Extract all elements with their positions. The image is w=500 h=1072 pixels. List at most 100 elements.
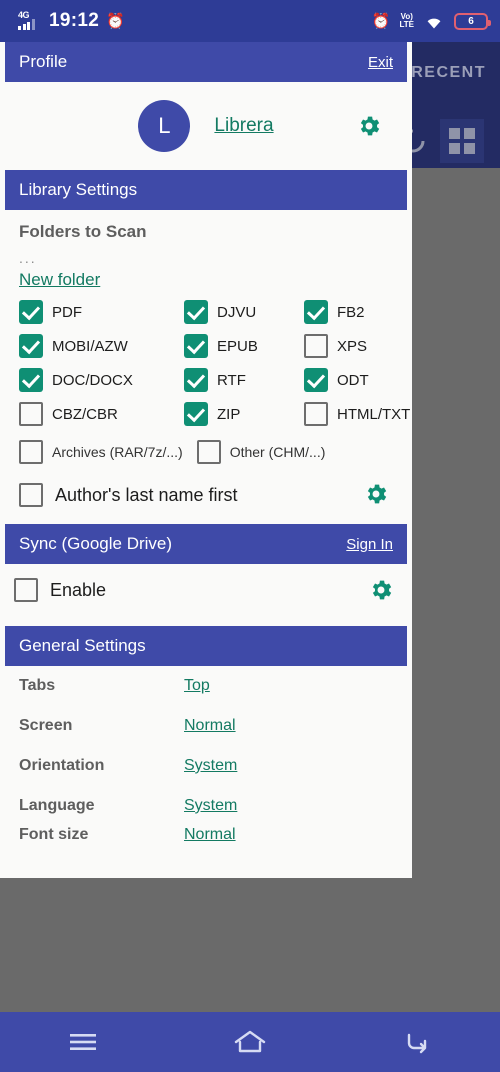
wifi-icon — [427, 18, 441, 28]
format-label: HTML/TXT — [337, 405, 411, 423]
general-row-font-size[interactable]: Font size Normal — [5, 826, 407, 844]
general-row-language[interactable]: Language System — [5, 786, 407, 826]
general-value[interactable]: Top — [184, 677, 210, 695]
checkbox-icon[interactable] — [19, 402, 43, 426]
background-tab-recent[interactable]: RECENT — [411, 64, 486, 82]
exit-link[interactable]: Exit — [368, 54, 393, 71]
checkbox-icon[interactable] — [184, 368, 208, 392]
checkbox-icon[interactable] — [19, 300, 43, 324]
gear-icon[interactable] — [363, 481, 389, 507]
sync-enable-label: Enable — [50, 579, 107, 600]
profile-section-header: Profile Exit — [5, 42, 407, 82]
folders-to-scan-label: Folders to Scan — [19, 222, 147, 241]
format-checkbox-djvu[interactable]: DJVU — [184, 300, 304, 324]
checkbox-icon[interactable] — [304, 368, 328, 392]
general-key: Tabs — [19, 677, 56, 694]
format-label: Other (CHM/...) — [229, 444, 326, 460]
checkbox-icon[interactable] — [304, 300, 328, 324]
format-checkbox-doc-docx[interactable]: DOC/DOCX — [19, 368, 184, 392]
folders-ellipsis[interactable]: ... — [19, 250, 407, 266]
general-value[interactable]: Normal — [184, 826, 236, 844]
checkbox-icon[interactable] — [19, 368, 43, 392]
grid-view-icon[interactable] — [440, 119, 484, 163]
format-checkbox-html-txt[interactable]: HTML/TXT — [304, 402, 410, 426]
format-label: ZIP — [217, 405, 241, 423]
volte-bottom-label: LTE — [399, 20, 414, 29]
format-checkbox-fb2[interactable]: FB2 — [304, 300, 410, 324]
format-checkbox-odt[interactable]: ODT — [304, 368, 410, 392]
format-label: PDF — [52, 303, 82, 321]
checkbox-icon[interactable] — [19, 334, 43, 358]
format-label: DJVU — [217, 303, 257, 321]
general-row-orientation[interactable]: Orientation System — [5, 746, 407, 786]
format-label: CBZ/CBR — [52, 405, 118, 423]
home-button[interactable] — [220, 1022, 280, 1062]
format-checkbox-other[interactable]: Other (CHM/...) — [196, 440, 326, 464]
checkbox-icon[interactable] — [14, 578, 38, 602]
recents-button[interactable] — [53, 1022, 113, 1062]
gear-icon[interactable] — [356, 113, 382, 139]
home-icon — [234, 1030, 266, 1053]
settings-drawer: Profile Exit L Librera Library Settings … — [0, 42, 412, 878]
sync-title: Sync (Google Drive) — [19, 534, 173, 553]
checkbox-icon[interactable] — [196, 440, 221, 464]
general-settings-list: Tabs Top Screen Normal Orientation Syste… — [0, 666, 412, 844]
checkbox-icon[interactable] — [184, 300, 208, 324]
format-checkbox-mobi-azw[interactable]: MOBI/AZW — [19, 334, 184, 358]
alarm-clock-icon: ⏰ — [371, 12, 391, 30]
status-bar-right: ⏰ Vo) LTE 6 — [371, 12, 491, 30]
general-row-screen[interactable]: Screen Normal — [5, 706, 407, 746]
extra-format-row: Archives (RAR/7z/...) Other (CHM/...) — [5, 440, 407, 464]
status-bar-left: 4G 19:12 ⏰ — [18, 10, 125, 32]
sync-body: Enable — [0, 564, 412, 616]
back-icon — [407, 1033, 426, 1054]
general-title: General Settings — [19, 636, 146, 655]
checkbox-icon[interactable] — [184, 334, 208, 358]
menu-icon — [70, 1034, 97, 1050]
format-checkbox-epub[interactable]: EPUB — [184, 334, 304, 358]
library-section-header: Library Settings — [5, 170, 407, 210]
format-label: RTF — [217, 371, 246, 389]
battery-icon: 6 — [454, 12, 491, 30]
account-name-link[interactable]: Librera — [214, 115, 273, 137]
library-body: Folders to Scan ... New folder PDF DJVU … — [0, 222, 412, 512]
format-checkbox-zip[interactable]: ZIP — [184, 402, 304, 426]
general-key: Screen — [19, 717, 73, 734]
battery-level-label: 6 — [468, 15, 474, 27]
format-label: FB2 — [337, 303, 365, 321]
general-key: Orientation — [19, 757, 105, 774]
format-checkbox-pdf[interactable]: PDF — [19, 300, 184, 324]
status-bar-clock: 19:12 — [49, 10, 100, 31]
avatar[interactable]: L — [138, 100, 191, 152]
author-last-name-first-row[interactable]: Author's last name first — [5, 478, 407, 512]
general-key: Language — [19, 797, 95, 814]
navigation-bar — [0, 1012, 500, 1072]
sync-section-header: Sync (Google Drive) Sign In — [5, 524, 407, 564]
checkbox-icon[interactable] — [184, 402, 208, 426]
sign-in-link[interactable]: Sign In — [346, 536, 393, 553]
cellular-signal-icon: 4G — [18, 10, 42, 31]
author-option-label: Author's last name first — [55, 484, 238, 505]
checkbox-icon[interactable] — [304, 402, 328, 426]
format-checkbox-xps[interactable]: XPS — [304, 334, 410, 358]
checkbox-icon[interactable] — [19, 440, 43, 464]
general-value[interactable]: Normal — [184, 717, 236, 735]
new-folder-link[interactable]: New folder — [19, 270, 100, 290]
format-label: XPS — [337, 337, 368, 355]
general-value[interactable]: System — [184, 797, 237, 815]
checkbox-icon[interactable] — [19, 483, 43, 507]
back-button[interactable] — [387, 1022, 447, 1062]
format-label: MOBI/AZW — [52, 337, 128, 355]
general-row-tabs[interactable]: Tabs Top — [5, 666, 407, 706]
general-section-header: General Settings — [5, 626, 407, 666]
gear-icon[interactable] — [368, 577, 394, 603]
format-label: Archives (RAR/7z/...) — [52, 444, 183, 460]
format-checkbox-archives[interactable]: Archives (RAR/7z/...) — [19, 440, 183, 464]
checkbox-icon[interactable] — [304, 334, 328, 358]
profile-title: Profile — [19, 52, 68, 71]
phone-screen: 4G 19:12 ⏰ ⏰ Vo) LTE 6 RECENT Profile Ex… — [0, 0, 500, 1072]
status-bar: 4G 19:12 ⏰ ⏰ Vo) LTE 6 — [0, 0, 500, 42]
format-checkbox-rtf[interactable]: RTF — [184, 368, 304, 392]
format-checkbox-cbz-cbr[interactable]: CBZ/CBR — [19, 402, 184, 426]
general-value[interactable]: System — [184, 757, 237, 775]
